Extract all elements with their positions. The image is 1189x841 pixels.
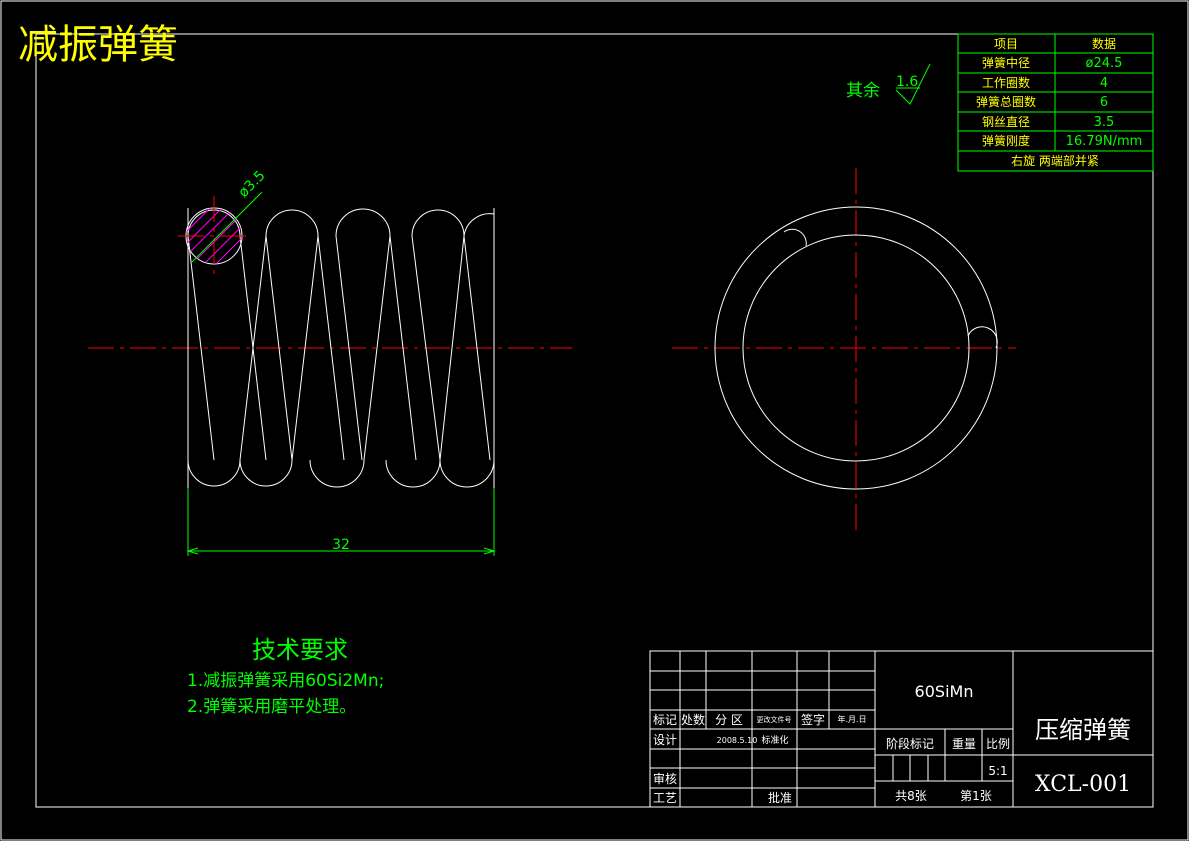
roughness-label: 其余	[846, 81, 880, 101]
review-label: 审核	[653, 771, 677, 786]
spec-row-value: 3.5	[1094, 115, 1115, 130]
sheet-number: 第1张	[960, 789, 992, 803]
spec-row-label: 弹簧刚度	[982, 133, 1030, 148]
spec-header-item: 项目	[994, 37, 1018, 51]
rev-header-sign: 签字	[801, 712, 825, 727]
sheets-total: 共8张	[895, 789, 927, 803]
spring-end-view	[672, 168, 1016, 530]
rev-header-date: 年.月.日	[837, 714, 866, 724]
tech-requirement-item: 2.弹簧采用磨平处理。	[187, 697, 356, 717]
title-block: 60SiMn 压缩弹簧 XCL-001 标记 处数 分 区 更改文件号 签字 年…	[649, 650, 1154, 808]
spec-row-label: 工作圈数	[982, 75, 1030, 90]
process-label: 工艺	[653, 791, 677, 805]
spec-row-value: 6	[1100, 95, 1108, 110]
rev-header-count: 处数	[681, 712, 705, 727]
spec-row-label: 钢丝直径	[982, 115, 1030, 129]
design-date: 2008.5.10	[717, 736, 758, 745]
drawing-canvas: 减振弹簧 其余 1.6 项目 数据 弹簧中径 ø24.5 工作圈数 4 弹簧总圈…	[0, 0, 1189, 841]
spec-header-value: 数据	[1092, 36, 1116, 51]
scale-value: 5:1	[988, 764, 1007, 778]
spec-footer: 右旋 两端部并紧	[1011, 153, 1099, 168]
standardize-label: 标准化	[761, 734, 788, 746]
spec-table: 项目 数据 弹簧中径 ø24.5 工作圈数 4 弹簧总圈数 6 钢丝直径 3.5…	[957, 33, 1154, 172]
part-name: 压缩弹簧	[1035, 716, 1131, 744]
approve-label: 批准	[768, 790, 792, 805]
tech-requirement-item: 1.减振弹簧采用60Si2Mn;	[187, 671, 384, 691]
drawing-number: XCL-001	[1035, 772, 1131, 797]
spring-front-view: ø3.5 32	[88, 168, 572, 556]
spec-row-label: 弹簧中径	[982, 55, 1030, 70]
drawing-title: 减振弹簧	[18, 22, 178, 68]
spec-row-value: 4	[1100, 76, 1108, 91]
spec-row-value: ø24.5	[1086, 56, 1123, 71]
tech-requirements: 技术要求 1.减振弹簧采用60Si2Mn; 2.弹簧采用磨平处理。	[187, 636, 384, 717]
stage-label: 阶段标记	[886, 736, 934, 751]
tech-requirements-heading: 技术要求	[252, 636, 348, 664]
rev-header-mark: 标记	[653, 713, 677, 727]
scale-label: 比例	[986, 737, 1010, 751]
spec-row-label: 弹簧总圈数	[976, 94, 1036, 109]
wire-diameter-dimension: ø3.5	[236, 168, 269, 201]
material: 60SiMn	[915, 682, 974, 701]
weight-label: 重量	[952, 737, 976, 751]
design-label: 设计	[653, 733, 677, 747]
roughness-symbol: 其余 1.6	[846, 63, 931, 105]
inner-frame	[35, 33, 1154, 808]
rev-header-zone: 分 区	[715, 713, 743, 727]
spec-row-value: 16.79N/mm	[1066, 134, 1143, 149]
length-dimension: 32	[332, 537, 350, 553]
rev-header-doc: 更改文件号	[757, 715, 792, 724]
